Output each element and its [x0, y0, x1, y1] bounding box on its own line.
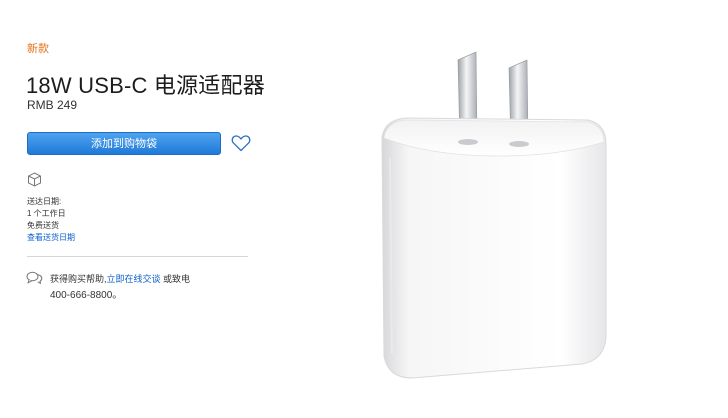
divider: [27, 256, 248, 257]
purchase-help-text: 获得购买帮助,立即在线交谈 或致电: [50, 272, 190, 285]
shipping-label: 送达日期:: [27, 197, 62, 206]
product-image: [381, 51, 607, 379]
help-suffix: 或致电: [160, 274, 191, 284]
product-title: 18W USB-C 电源适配器: [26, 73, 265, 98]
box-icon: [28, 172, 41, 187]
shipping-fee: 免费送货: [27, 221, 59, 230]
product-price: RMB 249: [27, 98, 78, 112]
new-badge: 新款: [27, 43, 49, 55]
phone-number: 400-666-8800。: [50, 290, 123, 301]
shipping-days: 1 个工作日: [27, 209, 66, 218]
help-prefix: 获得购买帮助,: [50, 274, 107, 284]
chat-now-link[interactable]: 立即在线交谈: [107, 274, 161, 284]
heart-icon[interactable]: [231, 134, 251, 152]
add-to-bag-button[interactable]: 添加到购物袋: [27, 132, 221, 155]
view-shipping-dates-link[interactable]: 查看送货日期: [27, 232, 75, 243]
chat-icon: [26, 271, 43, 284]
